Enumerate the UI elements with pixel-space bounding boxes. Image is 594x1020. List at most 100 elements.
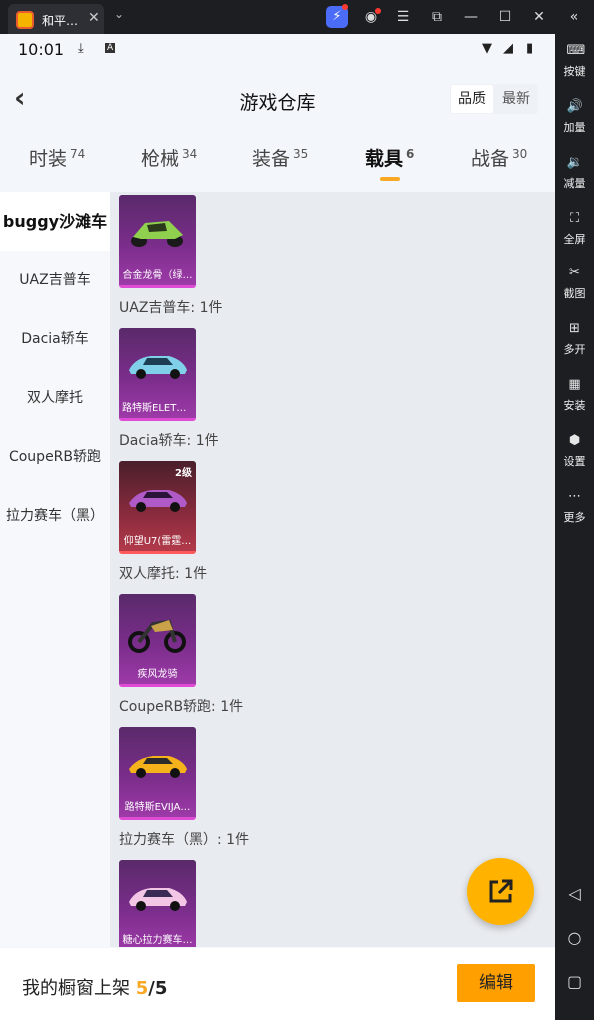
keyboard-icon: ⌨ [566,43,586,58]
vehicle-name: 糖心拉力赛车… [122,935,193,946]
vehicle-type-list: buggy沙滩车 UAZ吉普车 Dacia轿车 双人摩托 CoupeRB轿跑 拉… [0,192,110,947]
minimize-icon[interactable]: — [460,6,482,28]
sidebar-label: 截图 [563,287,586,300]
vehicle-name: 疾风龙骑 [137,669,178,680]
home-circle-icon[interactable]: ○ [555,928,594,947]
tab-count: 30 [512,146,528,161]
showcase-label: 我的橱窗上架 [22,978,130,999]
sidebar-label: 加量 [563,121,586,134]
showcase-count: 5 [135,978,149,999]
sidebar-item-fullscreen[interactable]: ⛶ 全屏 [555,212,594,247]
sidebar-item-settings[interactable]: ⬢ 设置 [555,434,594,469]
emulator-sidebar: ⌨ 按键 🔊 加量 🔉 减量 ⛶ 全屏 ✂ 截图 ⊞ 多开 ▦ 安装 ⬢ 设置 … [555,34,594,1020]
sidebar-item-more[interactable]: ⋯ 更多 [555,490,594,525]
sidebar-item-install[interactable]: ▦ 安装 [555,378,594,413]
download-icon: ⤓ [78,41,84,56]
sidebar-label: 安装 [563,399,586,412]
tab-dropdown-icon[interactable]: ⌄ [114,7,124,21]
vehicle-type-item[interactable]: 拉力赛车（黑） [0,487,110,546]
share-external-icon [489,879,513,903]
collapse-sidebar-icon[interactable]: « [563,6,585,28]
close-icon[interactable]: ✕ [528,6,550,28]
tab-count: 74 [70,146,86,161]
group-title: 双人摩托: 1件 [119,566,208,582]
tab-close-icon[interactable]: ✕ [88,10,100,26]
status-bar: 10:01 ⤓ A ▼ ◢ ▮ [0,34,555,64]
tab-label: 装备 [252,148,291,170]
rally-car-vehicle-icon [129,888,187,911]
vehicle-type-item[interactable]: 双人摩托 [0,369,110,428]
car-vehicle-icon [129,490,187,512]
tab-equipment[interactable]: 装备 35 [252,144,308,171]
multi-instance-icon: ⊞ [569,321,580,336]
group-title: CoupeRB轿跑: 1件 [119,699,244,715]
share-button[interactable] [467,858,534,925]
sidebar-item-screenshot[interactable]: ✂ 截图 [555,266,594,301]
tab-count: 34 [182,146,198,161]
tab-title: 和平… [42,14,79,28]
sidebar-label: 设置 [563,455,586,468]
account-icon[interactable]: ◉ [360,6,382,28]
page-header: ‹ 游戏仓库 品质 最新 [0,76,555,122]
sidebar-label: 多开 [563,343,586,356]
sidebar-item-volume-down[interactable]: 🔉 减量 [555,156,594,191]
sidebar-item-multi-instance[interactable]: ⊞ 多开 [555,322,594,357]
popout-icon[interactable]: ⧉ [426,6,448,28]
apk-install-icon: ▦ [568,377,581,392]
tab-supplies[interactable]: 战备 30 [471,144,527,171]
vehicle-name: 合金龙骨（绿… [122,270,193,281]
car-vehicle-icon [129,356,187,379]
tab-label: 枪械 [141,148,180,170]
app-notification-icon: A [105,43,116,53]
back-triangle-icon[interactable]: ◁ [555,884,594,903]
sidebar-item-keymap[interactable]: ⌨ 按键 [555,44,594,79]
vehicle-name: 路特斯EVIJA… [124,802,191,813]
phone-screen: 10:01 ⤓ A ▼ ◢ ▮ ‹ 游戏仓库 品质 最新 时装 74 枪械 34 装… [0,34,555,1020]
tab-label: 载具 [365,148,404,170]
showcase-total: /5 [148,978,168,999]
notification-dot [342,4,348,10]
notification-dot [375,8,381,14]
sidebar-label: 按键 [563,65,586,78]
sidebar-label: 更多 [563,511,586,524]
recents-square-icon[interactable]: ▢ [555,972,594,991]
settings-icon: ⬢ [568,433,581,448]
vehicle-type-item[interactable]: UAZ吉普车 [0,251,110,310]
vehicle-name: 仰望U7(雷霆… [123,536,192,547]
car-vehicle-icon [129,756,187,778]
vehicle-type-item[interactable]: buggy沙滩车 [0,192,110,251]
vehicle-type-item[interactable]: CoupeRB轿跑 [0,428,110,487]
edit-button[interactable]: 编辑 [457,964,535,1002]
sidebar-item-volume-up[interactable]: 🔊 加量 [555,100,594,135]
vehicle-grid: 合金龙骨（绿… UAZ吉普车: 1件 路特斯ELETR… Dacia轿车: 1件… [110,192,555,947]
vehicle-name: 路特斯ELETR… [122,403,194,414]
sort-quality-button[interactable]: 品质 [451,85,493,113]
menu-icon[interactable]: ☰ [392,6,414,28]
signal-icon: ◢ [503,41,513,56]
vehicle-card[interactable]: 合金龙骨（绿… [119,195,196,288]
tab-vehicles[interactable]: 载具 6 [365,144,414,171]
emulator-titlebar: 和平… ✕ ⌄ ⚡ ◉ ☰ ⧉ — ☐ ✕ « [0,0,594,34]
app-tab[interactable]: 和平… ✕ [8,4,104,34]
sort-latest-button[interactable]: 最新 [495,85,537,113]
active-tab-indicator [380,177,400,181]
sidebar-label: 全屏 [563,233,586,246]
vehicle-card[interactable]: 2级 仰望U7(雷霆… [119,461,196,554]
wifi-icon: ▼ [482,41,492,56]
vehicle-card[interactable]: 疾风龙骑 [119,594,196,687]
tab-fashion[interactable]: 时装 74 [29,144,85,171]
vehicle-type-item[interactable]: Dacia轿车 [0,310,110,369]
maximize-icon[interactable]: ☐ [494,6,516,28]
category-tabs: 时装 74 枪械 34 装备 35 载具 6 战备 30 [0,144,555,188]
vehicle-card[interactable]: 路特斯ELETR… [119,328,196,421]
vehicle-card[interactable]: 糖心拉力赛车… [119,860,196,947]
vehicle-card[interactable]: 路特斯EVIJA… [119,727,196,820]
tab-guns[interactable]: 枪械 34 [141,144,197,171]
group-title: UAZ吉普车: 1件 [119,300,223,316]
volume-down-icon: 🔉 [566,155,583,170]
lightning-icon[interactable]: ⚡ [326,4,348,28]
more-icon: ⋯ [568,489,581,504]
group-title: Dacia轿车: 1件 [119,433,219,449]
status-time: 10:01 [18,40,65,59]
motorcycle-vehicle-icon [128,619,186,653]
